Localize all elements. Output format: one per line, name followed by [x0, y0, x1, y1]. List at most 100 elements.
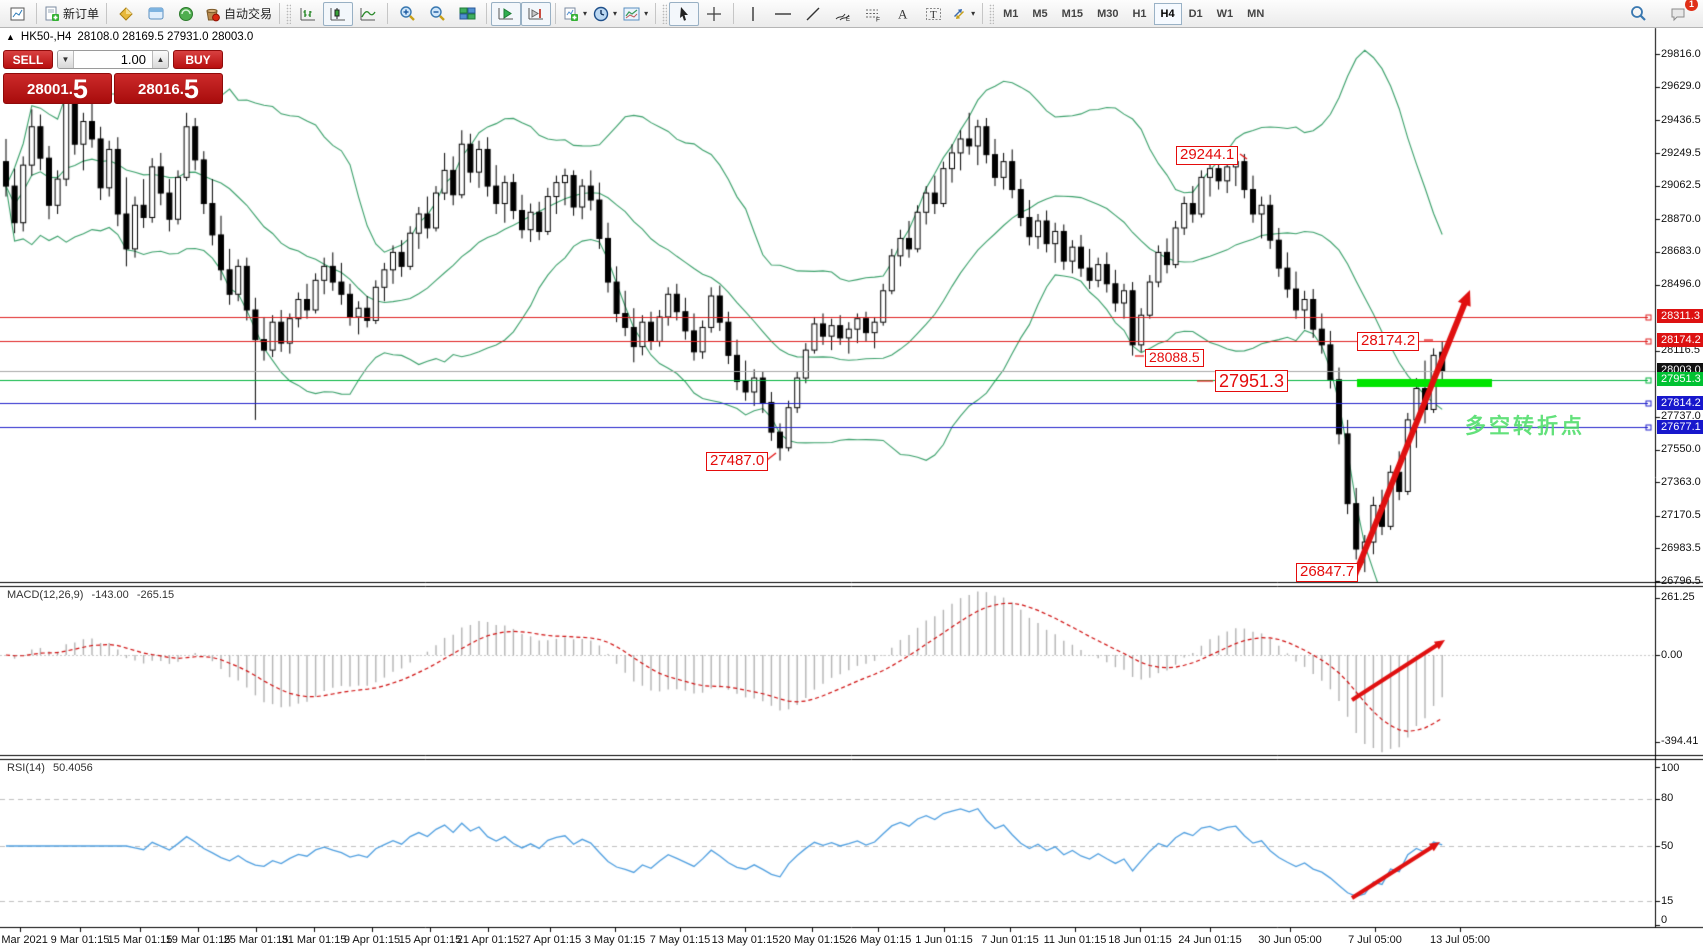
price-annotation[interactable]: 27487.0	[706, 452, 768, 471]
price-tick-label: 27550.0	[1661, 443, 1701, 455]
volume-increase-button[interactable]: ▲	[152, 51, 168, 68]
new-order-button[interactable]: 新订单	[41, 2, 102, 26]
chart-window-icon	[10, 7, 25, 21]
timeframe-button-d1[interactable]: D1	[1182, 3, 1210, 25]
svg-text:F: F	[876, 16, 880, 22]
zoom-out-icon	[429, 5, 446, 22]
buy-price-main: 28016.	[138, 78, 184, 102]
volume-decrease-button[interactable]: ▼	[58, 51, 74, 68]
fibonacci-button[interactable]: F	[858, 2, 888, 26]
rsi-tick-label: 15	[1661, 895, 1673, 907]
timeframe-button-w1[interactable]: W1	[1210, 3, 1241, 25]
macd-tick-label: -394.41	[1661, 735, 1698, 747]
search-button[interactable]	[1623, 2, 1653, 26]
timeframe-button-m30[interactable]: M30	[1090, 3, 1125, 25]
channel-button[interactable]: E	[828, 2, 858, 26]
time-tick-label: 7 Jun 01:15	[981, 934, 1039, 946]
crosshair-button[interactable]	[699, 2, 729, 26]
cursor-button[interactable]	[669, 2, 699, 26]
time-tick-label: 19 Mar 01:15	[166, 934, 231, 946]
price-annotation[interactable]: 26847.7	[1296, 563, 1358, 582]
zoom-in-button[interactable]	[392, 2, 422, 26]
price-annotation[interactable]: 27951.3	[1215, 370, 1288, 392]
indicators-icon	[118, 6, 134, 22]
cursor-icon	[677, 6, 691, 22]
time-tick-label: 27 Apr 01:15	[519, 934, 581, 946]
svg-text:A: A	[898, 7, 908, 22]
autotrading-icon	[204, 6, 221, 22]
timeframe-button-mn[interactable]: MN	[1240, 3, 1271, 25]
templates-dropdown[interactable]: ▾	[620, 2, 651, 26]
periods-dropdown[interactable]: ▾	[590, 2, 620, 26]
navigator-icon	[178, 6, 194, 22]
macd-value-main: -143.00	[91, 589, 128, 601]
price-annotation[interactable]: 29244.1	[1176, 146, 1238, 165]
timeframe-button-m1[interactable]: M1	[996, 3, 1025, 25]
tile-windows-icon	[459, 6, 476, 21]
line-chart-button[interactable]	[353, 2, 383, 26]
toolbar-separator	[106, 3, 107, 24]
autotrading-button[interactable]: 自动交易	[201, 2, 275, 26]
crosshair-icon	[706, 6, 722, 22]
fibonacci-icon: F	[864, 6, 882, 22]
navigator-button[interactable]	[171, 2, 201, 26]
rsi-indicator-label: RSI(14) 50.4056	[7, 762, 98, 774]
chart-window-icon[interactable]	[2, 2, 32, 26]
tile-windows-button[interactable]	[452, 2, 482, 26]
auto-scroll-button[interactable]	[491, 2, 521, 26]
time-tick-label: 20 May 01:15	[779, 934, 846, 946]
sell-price-button[interactable]: 28001.5	[3, 73, 112, 104]
horizontal-line-button[interactable]	[768, 2, 798, 26]
time-tick-label: 24 Jun 01:15	[1178, 934, 1242, 946]
price-tick-label: 28496.0	[1661, 278, 1701, 290]
chevron-down-icon: ▾	[971, 9, 975, 18]
buy-button[interactable]: BUY	[173, 50, 223, 69]
search-icon	[1630, 5, 1647, 22]
candlestick-chart-button[interactable]	[323, 2, 353, 26]
macd-tick-label: 261.25	[1661, 591, 1695, 603]
time-tick-label: 7 Jul 05:00	[1348, 934, 1402, 946]
sell-button[interactable]: SELL	[3, 50, 53, 69]
bar-chart-button[interactable]	[293, 2, 323, 26]
symbol-ohlc-values: 28108.0 28169.5 27931.0 28003.0	[77, 31, 253, 43]
market-watch-icon	[148, 6, 165, 21]
trendline-icon	[805, 6, 821, 22]
time-tick-label: 3 May 01:15	[585, 934, 646, 946]
buy-price-button[interactable]: 28016.5	[114, 73, 223, 104]
market-watch-button[interactable]	[141, 2, 171, 26]
buy-price-pip: 5	[184, 76, 199, 102]
price-annotation[interactable]: 28174.2	[1357, 332, 1419, 351]
price-annotation[interactable]: 28088.5	[1145, 349, 1204, 367]
new-chart-dropdown[interactable]: ▾	[560, 2, 590, 26]
rsi-tick-label: 50	[1661, 840, 1673, 852]
zoom-out-button[interactable]	[422, 2, 452, 26]
timeframe-button-h1[interactable]: H1	[1125, 3, 1153, 25]
toolbar-separator	[486, 3, 487, 24]
notifications-button[interactable]: 1	[1663, 2, 1693, 26]
symbol-marker-icon: ▲	[6, 32, 15, 42]
templates-icon	[623, 7, 640, 21]
timeframe-button-m15[interactable]: M15	[1055, 3, 1090, 25]
trend-turning-point-note[interactable]: 多空转折点	[1465, 410, 1585, 440]
time-tick-label: 31 Mar 01:15	[282, 934, 347, 946]
chart-shift-icon	[527, 6, 545, 21]
chart-shift-button[interactable]	[521, 2, 551, 26]
new-order-label: 新订单	[63, 5, 99, 22]
text-button[interactable]: A	[888, 2, 918, 26]
shapes-dropdown[interactable]: ▾	[948, 2, 978, 26]
trendline-button[interactable]	[798, 2, 828, 26]
price-tick-label: 29816.0	[1661, 48, 1701, 60]
price-chart-canvas[interactable]	[0, 0, 1703, 951]
timeframe-button-h4[interactable]: H4	[1154, 3, 1182, 25]
timeframe-button-m5[interactable]: M5	[1025, 3, 1054, 25]
rsi-value: 50.4056	[53, 762, 93, 774]
vertical-line-button[interactable]	[738, 2, 768, 26]
volume-input[interactable]	[74, 51, 152, 68]
price-line-badge: 28174.2	[1657, 333, 1703, 347]
indicators-button[interactable]	[111, 2, 141, 26]
time-tick-label: 30 Jun 05:00	[1258, 934, 1322, 946]
time-tick-label: 15 Mar 01:15	[108, 934, 173, 946]
toolbar-separator	[279, 3, 280, 24]
text-label-button[interactable]: T	[918, 2, 948, 26]
toolbar-grip	[662, 4, 667, 24]
